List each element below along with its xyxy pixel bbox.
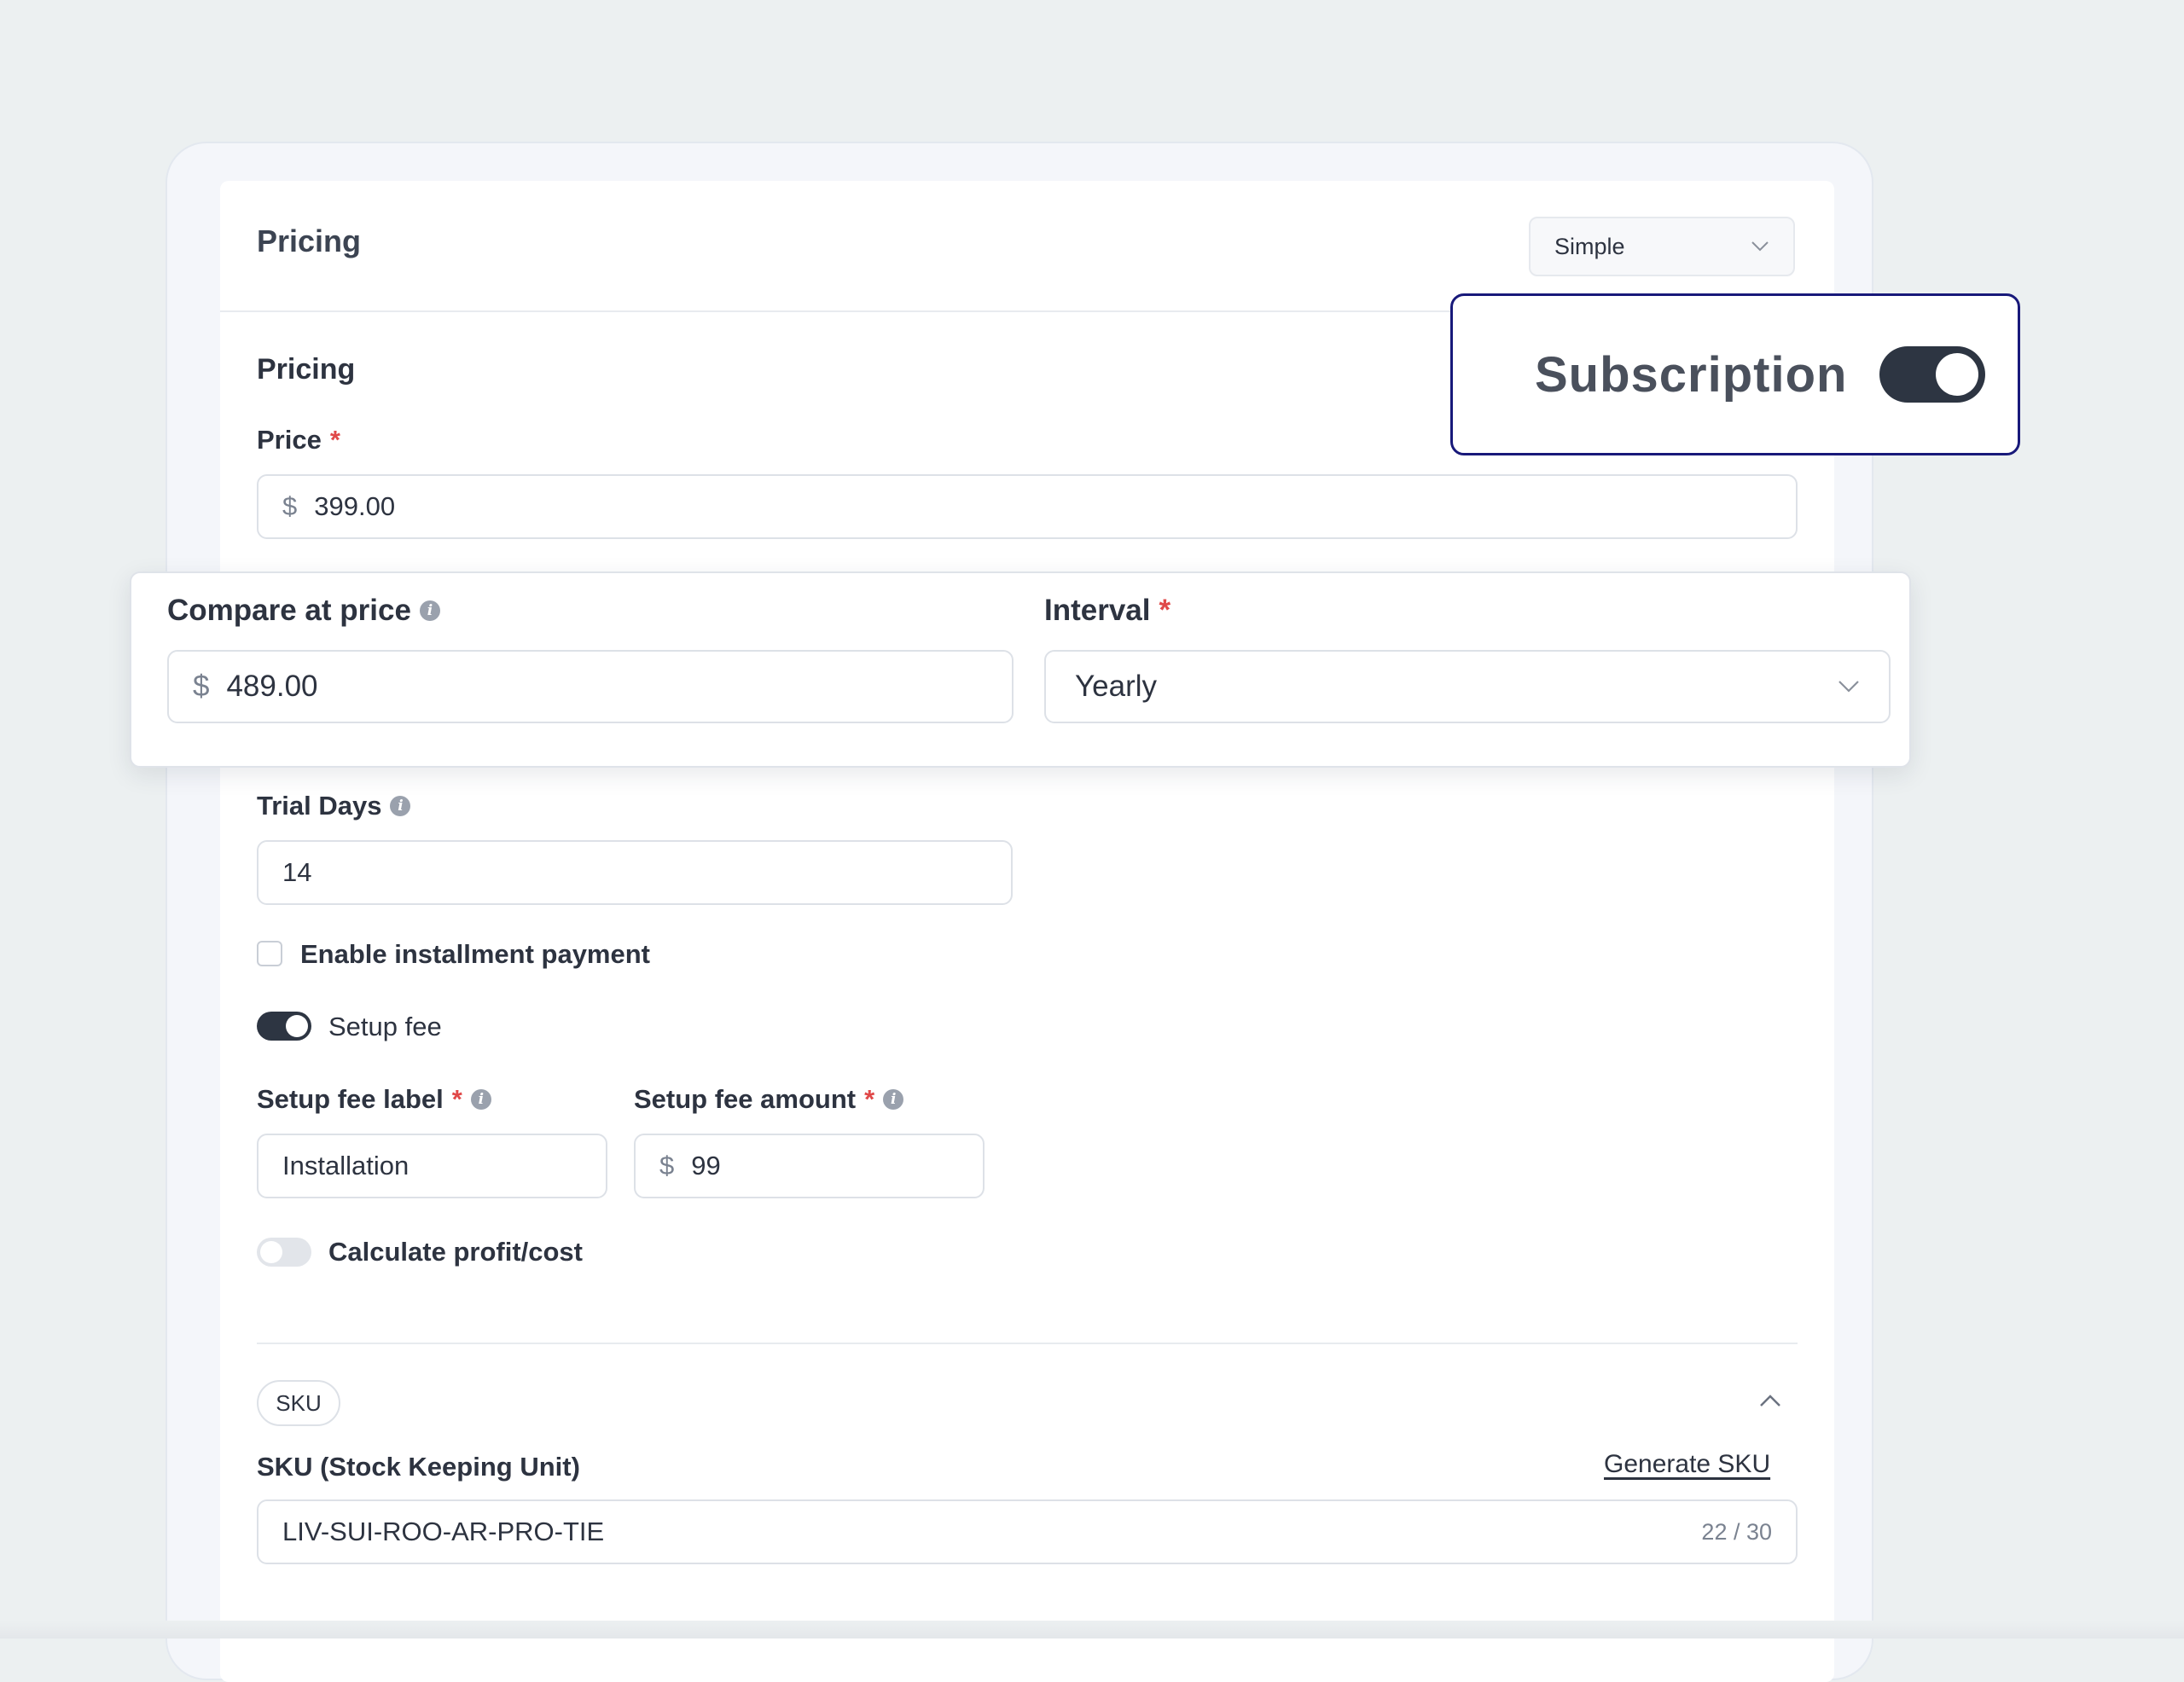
currency-prefix: $ xyxy=(659,1151,675,1180)
installment-checkbox[interactable] xyxy=(257,941,282,966)
profit-cost-label: Calculate profit/cost xyxy=(328,1237,583,1267)
info-icon[interactable]: i xyxy=(883,1089,904,1110)
trial-days-value: 14 xyxy=(282,857,312,887)
required-mark: * xyxy=(1159,594,1171,627)
interval-label-text: Interval xyxy=(1044,594,1151,627)
info-icon[interactable]: i xyxy=(419,600,440,621)
subscription-toggle[interactable] xyxy=(1879,346,1986,403)
required-mark: * xyxy=(329,425,340,455)
setup-fee-label-value: Installation xyxy=(282,1151,410,1180)
pricing-type-value: Simple xyxy=(1554,233,1625,259)
required-mark: * xyxy=(451,1084,462,1114)
setup-fee-label-label: Setup fee label * i xyxy=(257,1084,491,1115)
compare-at-price-input[interactable]: $ 489.00 xyxy=(167,650,1014,723)
installment-label: Enable installment payment xyxy=(300,939,650,969)
setup-fee-toggle[interactable] xyxy=(257,1012,311,1041)
setup-fee-toggle-label: Setup fee xyxy=(328,1012,442,1041)
bottom-edge xyxy=(0,1621,2184,1638)
subscription-label: Subscription xyxy=(1535,346,1848,403)
sku-input[interactable]: LIV-SUI-ROO-AR-PRO-TIE 22 / 30 xyxy=(257,1499,1798,1564)
setup-fee-amount-input[interactable]: $ 99 xyxy=(634,1134,985,1198)
highlight-panel: Compare at price i $ 489.00 Interval * Y… xyxy=(130,571,1911,768)
generate-sku-link[interactable]: Generate SKU xyxy=(1604,1450,1770,1479)
profit-cost-toggle[interactable] xyxy=(257,1238,311,1267)
interval-select[interactable]: Yearly xyxy=(1044,650,1891,723)
price-label-text: Price xyxy=(257,425,322,455)
setup-fee-amount-value: 99 xyxy=(691,1151,721,1180)
interval-label: Interval * xyxy=(1044,594,1170,628)
compare-at-price-label-text: Compare at price xyxy=(167,594,411,627)
pricing-type-select[interactable]: Simple xyxy=(1529,217,1795,276)
setup-fee-amount-label: Setup fee amount * i xyxy=(634,1084,904,1115)
compare-at-price-label: Compare at price i xyxy=(167,594,440,628)
info-icon[interactable]: i xyxy=(470,1089,491,1110)
sku-pill: SKU xyxy=(257,1380,340,1426)
compare-at-price-value: 489.00 xyxy=(226,670,318,703)
trial-days-input[interactable]: 14 xyxy=(257,840,1013,905)
toggle-knob xyxy=(286,1015,308,1037)
chevron-up-icon[interactable] xyxy=(1759,1394,1781,1407)
trial-days-label: Trial Days i xyxy=(257,791,411,821)
section-title: Pricing xyxy=(257,353,356,386)
section-divider xyxy=(257,1343,1798,1344)
price-label: Price * xyxy=(257,425,340,455)
sku-char-counter: 22 / 30 xyxy=(1701,1518,1772,1545)
card-header-title: Pricing xyxy=(257,223,362,258)
price-value: 399.00 xyxy=(314,491,396,521)
sku-value: LIV-SUI-ROO-AR-PRO-TIE xyxy=(282,1517,605,1546)
trial-days-label-text: Trial Days xyxy=(257,791,382,821)
interval-value: Yearly xyxy=(1075,670,1157,703)
setup-fee-label-text: Setup fee label xyxy=(257,1084,444,1114)
currency-prefix: $ xyxy=(282,491,298,521)
toggle-knob xyxy=(260,1241,282,1263)
chevron-down-icon xyxy=(1751,241,1769,252)
subscription-toggle-box: Subscription xyxy=(1450,293,2020,455)
sku-label: SKU (Stock Keeping Unit) xyxy=(257,1452,580,1482)
price-input[interactable]: $ 399.00 xyxy=(257,474,1798,539)
setup-fee-label-input[interactable]: Installation xyxy=(257,1134,607,1198)
currency-prefix: $ xyxy=(193,670,210,703)
chevron-down-icon xyxy=(1838,681,1859,693)
toggle-knob xyxy=(1936,353,1979,396)
info-icon[interactable]: i xyxy=(390,796,411,816)
required-mark: * xyxy=(864,1084,875,1114)
setup-fee-amount-label-text: Setup fee amount xyxy=(634,1084,857,1114)
